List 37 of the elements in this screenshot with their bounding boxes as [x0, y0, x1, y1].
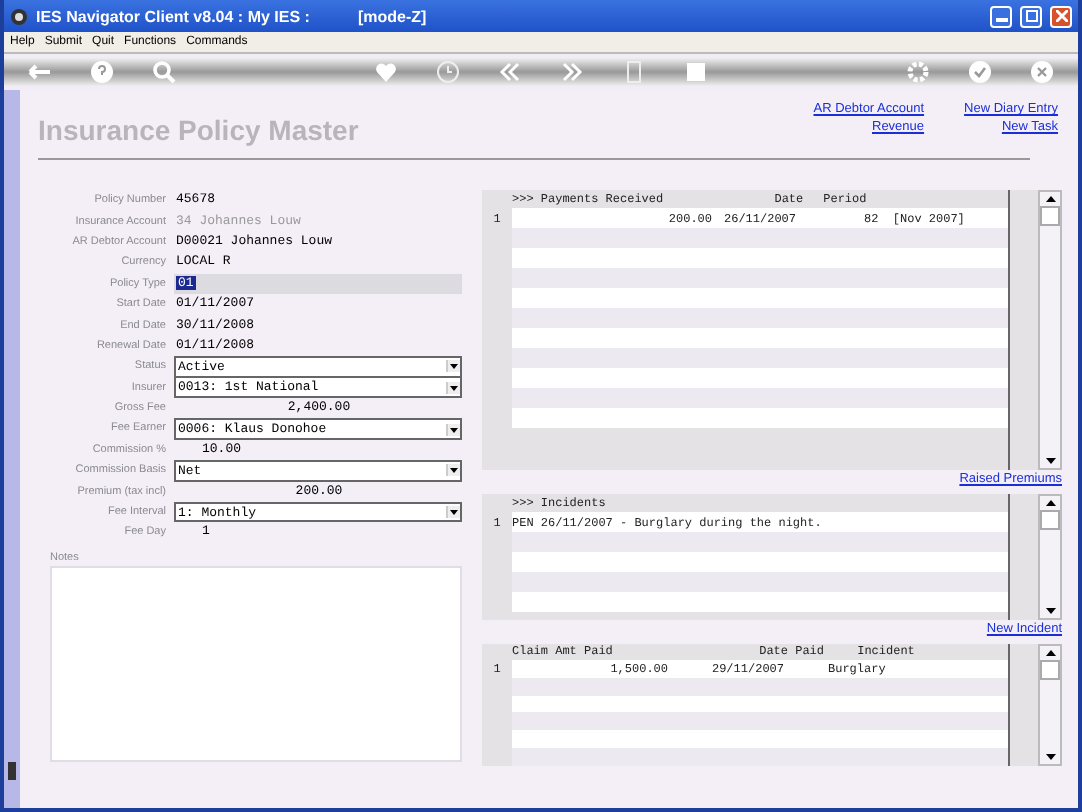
caret-icon: [446, 423, 460, 435]
search-icon[interactable]: [152, 60, 177, 84]
scroll-thumb[interactable]: [1040, 510, 1060, 530]
clock-icon[interactable]: [435, 60, 460, 84]
scroll-thumb[interactable]: [1040, 206, 1060, 226]
double-chevron-right-icon[interactable]: [559, 60, 584, 84]
help-icon[interactable]: [90, 60, 115, 84]
page-title: Insurance Policy Master: [38, 114, 359, 146]
maximize-icon: [1025, 10, 1037, 22]
double-chevron-left-icon[interactable]: [497, 60, 522, 84]
heart-icon[interactable]: [373, 60, 398, 84]
caret-icon: [446, 360, 460, 373]
scroll-down-icon: [1043, 604, 1057, 618]
close-icon[interactable]: [1029, 60, 1054, 84]
back-arrow-icon[interactable]: [28, 60, 52, 84]
document-icon[interactable]: [622, 60, 647, 84]
gear-icon[interactable]: [905, 60, 930, 84]
notes-field[interactable]: [50, 565, 462, 762]
scroll-down-icon: [1043, 454, 1057, 468]
caret-icon: [446, 464, 460, 477]
scrollbar[interactable]: [1038, 494, 1062, 620]
scroll-down-icon: [1043, 750, 1057, 764]
app-icon: [10, 7, 28, 25]
minimize-button[interactable]: [990, 5, 1012, 27]
scrollbar[interactable]: [1038, 190, 1062, 470]
window-title: IES Navigator Client v8.04 : My IES :: [36, 7, 310, 25]
scroll-thumb[interactable]: [1040, 660, 1060, 680]
caret-icon: [446, 506, 460, 519]
square-icon[interactable]: [684, 60, 709, 84]
scrollbar[interactable]: [1038, 644, 1062, 766]
caret-icon: [446, 381, 460, 394]
mode-label: [mode-Z]: [357, 7, 427, 25]
bookmark-icon: [6, 762, 18, 780]
close-button[interactable]: [1050, 5, 1072, 27]
check-icon[interactable]: [967, 60, 992, 84]
close-icon: [1055, 10, 1067, 22]
maximize-button[interactable]: [1020, 5, 1042, 27]
